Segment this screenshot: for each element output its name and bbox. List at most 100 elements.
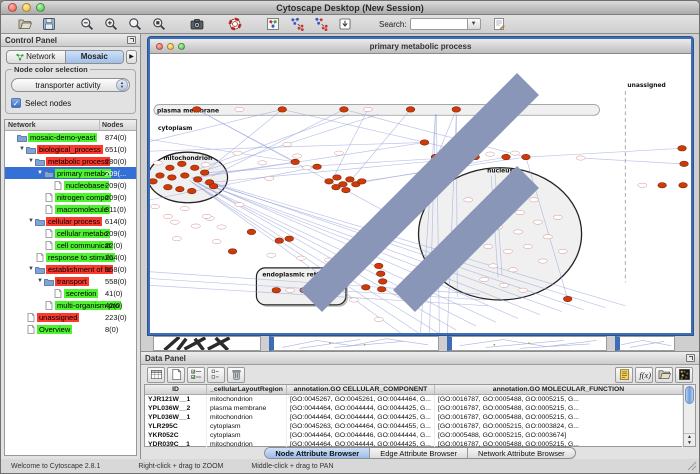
tree-row-cellular-process[interactable]: ▼cellular process614(0) <box>5 215 136 227</box>
expand-arrow-icon[interactable]: ▼ <box>36 167 44 179</box>
snapshot-icon <box>190 17 204 31</box>
open-session-button[interactable] <box>13 16 37 33</box>
import-network-button[interactable] <box>333 16 357 33</box>
save-session-button[interactable] <box>37 16 61 33</box>
table-cell: [GO:0044464, GO:0044444, GO:0044425, G..… <box>287 413 435 422</box>
column-header[interactable]: annotation.GO CELLULAR_COMPONENT <box>287 385 435 394</box>
column-header[interactable]: ID <box>145 385 207 394</box>
new-attribute-button[interactable] <box>167 367 185 383</box>
window-resize-grip[interactable] <box>687 461 697 471</box>
search-dropdown-button[interactable]: ▼ <box>468 18 481 30</box>
table-row[interactable]: YJR121W__1mitochondrion[GO:0045267, GO:0… <box>145 395 683 404</box>
float-panel-icon[interactable] <box>127 36 136 44</box>
network-view-window: primary metabolic process plasma membran… <box>148 37 693 335</box>
table-cell: [GO:0005488, GO:0005215, GO:0003674] <box>435 431 683 440</box>
table-row[interactable]: YLR295Ccytoplasm[GO:0045263, GO:0044464,… <box>145 422 683 431</box>
attribute-batch-icon <box>618 368 631 381</box>
table-row[interactable]: YKR052Ccytoplasm[GO:0044464, GO:0044446,… <box>145 431 683 440</box>
tree-row-label: Overview <box>37 325 72 334</box>
background-window-fragment[interactable] <box>153 336 261 351</box>
select-nodes-checkbox[interactable]: ✓ <box>11 98 21 108</box>
expand-arrow-icon[interactable]: ▼ <box>36 275 44 287</box>
background-window-fragment[interactable] <box>615 336 675 351</box>
cytoscape-window: Cytoscape Desktop (New Session) Search: … <box>0 0 700 474</box>
file-icon <box>44 205 55 214</box>
delete-attribute-button[interactable] <box>227 367 245 383</box>
tree-row-node-count: 614(0) <box>105 217 127 226</box>
tree-row-node-count: 209(0) <box>105 181 127 190</box>
network-view-titlebar[interactable]: primary metabolic process <box>150 39 691 54</box>
tree-row-multi-organism-pro[interactable]: multi-organism pro42(0) <box>5 299 136 311</box>
tree-row-primary-metabo[interactable]: ▼primary metabo209(... <box>5 167 136 179</box>
zoom-in-button[interactable] <box>99 16 123 33</box>
table-cell: YPL036W__2 <box>145 404 207 413</box>
tree-row-mosaic-demo-yeast[interactable]: mosaic-demo-yeast874(0) <box>5 131 136 143</box>
node-color-selection-group: Node color selection transporter activit… <box>5 69 136 114</box>
heatmap-matrix-button[interactable] <box>675 367 693 383</box>
attribute-batch-button[interactable] <box>615 367 633 383</box>
tree-row-transport[interactable]: ▼transport558(0) <box>5 275 136 287</box>
node-color-combobox[interactable]: transporter activity ▲▼ <box>11 78 130 92</box>
vizmapper-button[interactable] <box>261 16 285 33</box>
attribute-table-wrap: ID_cellularLayoutRegionannotation.GO CEL… <box>144 384 696 447</box>
tab-edge-attribute-browser[interactable]: Edge Attribute Browser <box>370 448 468 458</box>
network-canvas[interactable]: plasma membranecytoplasmmitochondrionnuc… <box>150 54 691 333</box>
tree-row-nucleobase-[interactable]: nucleobase-209(0) <box>5 179 136 191</box>
folder-icon <box>26 145 37 154</box>
tree-row-biological-process[interactable]: ▼biological_process651(0) <box>5 143 136 155</box>
import-attributes-button[interactable] <box>655 367 673 383</box>
tree-row-node-count: 558(0) <box>105 277 127 286</box>
layout-red-blue-button[interactable] <box>309 16 333 33</box>
tree-row-nitrogen-compo[interactable]: nitrogen compo209(0) <box>5 191 136 203</box>
float-panel-icon[interactable] <box>686 354 695 362</box>
select-attributes-button[interactable] <box>187 367 205 383</box>
control-panel: Control Panel Network Mosaic ▶ Node colo… <box>1 34 141 459</box>
tree-row-cell-communicat[interactable]: cell communicat22(0) <box>5 239 136 251</box>
expand-arrow-icon[interactable]: ▼ <box>27 215 35 227</box>
tree-row-macromolecule[interactable]: macromolecule311(0) <box>5 203 136 215</box>
zoom-selected-button[interactable] <box>147 16 171 33</box>
scrollbar-thumb[interactable] <box>685 386 694 404</box>
expand-arrow-icon[interactable]: ▼ <box>27 263 35 275</box>
tab-mosaic[interactable]: Mosaic <box>66 51 124 63</box>
help-ring-button[interactable] <box>223 16 247 33</box>
layout-blue-red-button[interactable] <box>285 16 309 33</box>
snapshot-button[interactable] <box>185 16 209 33</box>
frame-resize-grip[interactable] <box>150 54 690 332</box>
scrollbar-arrows[interactable]: ▲▼ <box>684 433 695 446</box>
attribute-table-button[interactable] <box>147 367 165 383</box>
background-window-fragment[interactable] <box>447 336 607 351</box>
zoom-out-button[interactable] <box>75 16 99 33</box>
column-header[interactable]: _cellularLayoutRegion <box>207 385 287 394</box>
expand-arrow-icon[interactable]: ▼ <box>18 143 26 155</box>
tree-row-response-to-stimulu[interactable]: response to stimulu264(0) <box>5 251 136 263</box>
tree-row-overview[interactable]: Overview8(0) <box>5 323 136 335</box>
unselect-attributes-button[interactable] <box>207 367 225 383</box>
tree-row-unassigned[interactable]: unassigned223(0) <box>5 311 136 323</box>
tree-row-cellular-metabo[interactable]: cellular metabo209(0) <box>5 227 136 239</box>
table-row[interactable]: YPL036W__2plasma membrane[GO:0044464, GO… <box>145 404 683 413</box>
table-row[interactable]: YPL036W__1mitochondrion[GO:0044464, GO:0… <box>145 413 683 422</box>
zoom-fit-button[interactable] <box>123 16 147 33</box>
table-scrollbar[interactable]: ▲▼ <box>683 385 695 446</box>
table-cell: YKR052C <box>145 431 207 440</box>
tree-row-secretion[interactable]: secretion41(0) <box>5 287 136 299</box>
file-icon <box>44 241 55 250</box>
tree-row-metabolic-process[interactable]: ▼metabolic process280(0) <box>5 155 136 167</box>
tree-row-establishment-of-lo[interactable]: ▼establishment of lo558(0) <box>5 263 136 275</box>
column-header[interactable]: annotation.GO MOLECULAR_FUNCTION <box>435 385 683 394</box>
attribute-table-icon <box>150 368 163 381</box>
table-cell: [GO:0016787, GO:0005215, GO:0003824, G..… <box>435 422 683 431</box>
vizmapper-icon <box>266 17 280 31</box>
annotation-button[interactable] <box>487 16 511 33</box>
data-panel-titlebar: Data Panel <box>141 352 699 365</box>
background-window-fragment[interactable] <box>269 336 439 351</box>
tab-network[interactable]: Network <box>7 51 66 63</box>
expand-arrow-icon[interactable]: ▼ <box>27 155 35 167</box>
more-tabs-button[interactable]: ▶ <box>126 50 137 64</box>
formula-fx-button[interactable]: f(x) <box>635 367 653 383</box>
search-input[interactable] <box>410 18 468 30</box>
tab-node-attribute-browser[interactable]: Node Attribute Browser <box>265 448 370 458</box>
tab-network-attribute-browser[interactable]: Network Attribute Browser <box>468 448 575 458</box>
control-panel-title: Control Panel <box>5 36 57 45</box>
